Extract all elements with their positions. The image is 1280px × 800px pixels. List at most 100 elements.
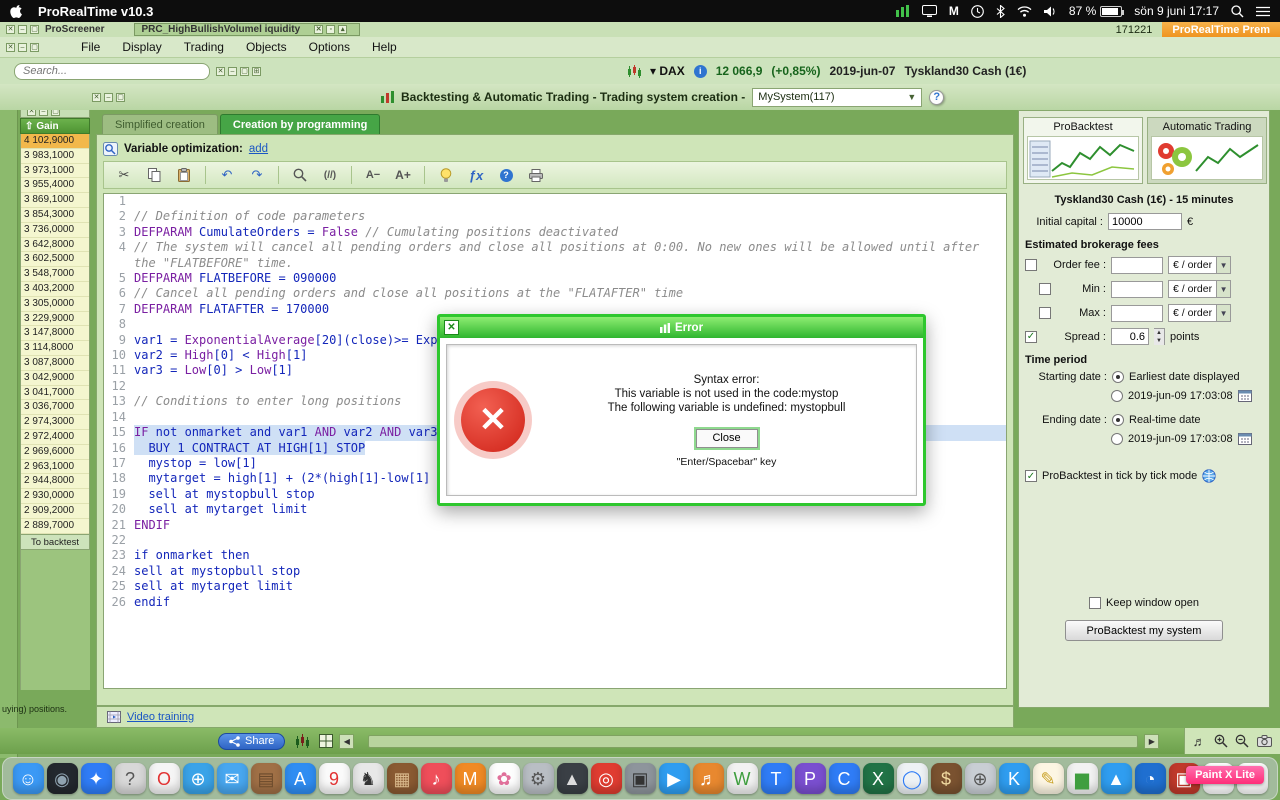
layout-grid-icon[interactable] — [319, 734, 334, 748]
proscreener-window-title[interactable]: ProScreener — [45, 24, 104, 35]
dock-icon-mail[interactable]: ✉ — [216, 763, 248, 794]
horizontal-scrollbar[interactable] — [368, 734, 1139, 748]
min-fee-unit-select[interactable]: € / order ▼ — [1168, 280, 1232, 298]
menu-objects[interactable]: Objects — [246, 40, 287, 54]
code-line[interactable]: 24 sell at mystopbull stop — [104, 564, 1006, 579]
clock-status-icon[interactable] — [971, 4, 984, 18]
dock-icon-appstore[interactable]: A — [284, 763, 316, 794]
gain-row[interactable]: 3 548,7000 — [21, 267, 89, 282]
dock-icon-w-app[interactable]: W — [726, 763, 758, 794]
code-line[interactable]: 22 — [104, 533, 1006, 548]
dock-icon-box[interactable]: ▦ — [386, 763, 418, 794]
gain-row[interactable]: 3 602,5000 — [21, 252, 89, 268]
dock-icon-target[interactable]: ◎ — [590, 763, 622, 794]
dock-icon-excel[interactable]: X — [862, 763, 894, 794]
add-variable-link[interactable]: add — [249, 143, 268, 155]
keep-window-open-checkbox[interactable] — [1089, 597, 1102, 609]
gain-row[interactable]: 3 229,9000 — [21, 312, 89, 327]
dock-icon-help[interactable]: ? — [114, 763, 146, 794]
gain-row[interactable]: 3 854,3000 — [21, 208, 89, 223]
spread-input[interactable] — [1111, 328, 1149, 345]
minimize-icon[interactable]: – — [228, 66, 237, 76]
menubar-clock[interactable]: sön 9 juni 17:17 — [1134, 4, 1219, 18]
menu-trading[interactable]: Trading — [184, 40, 224, 54]
close-icon[interactable]: ✕ — [6, 25, 15, 34]
maximize-icon[interactable]: ▢ — [30, 25, 39, 34]
error-close-button[interactable]: Close — [695, 428, 758, 448]
help-icon[interactable]: ? — [929, 89, 945, 105]
max-fee-checkbox[interactable] — [1039, 307, 1051, 319]
battery-indicator[interactable]: 87 % — [1069, 4, 1125, 18]
minimize-icon[interactable]: – — [18, 42, 27, 52]
chart-status-icon[interactable] — [895, 5, 910, 17]
initial-capital-input[interactable] — [1108, 213, 1182, 230]
gain-row[interactable]: 2 969,6000 — [21, 445, 89, 460]
spotlight-icon[interactable] — [1231, 4, 1244, 18]
code-line[interactable]: 21 ENDIF — [104, 518, 1006, 533]
starting-earliest-radio[interactable] — [1112, 371, 1124, 383]
to-backtest-button[interactable]: To backtest — [20, 533, 90, 550]
dock-icon-t-app[interactable]: T — [760, 763, 792, 794]
spread-stepper[interactable]: ▲ ▼ — [1154, 328, 1165, 345]
scroll-left-button[interactable]: ◀ — [339, 733, 355, 749]
volume-status-icon[interactable] — [1043, 6, 1057, 17]
lightbulb-icon[interactable] — [434, 164, 458, 186]
gain-row[interactable]: 2 963,1000 — [21, 460, 89, 475]
code-line[interactable]: 1 — [104, 194, 1006, 209]
dock-icon-music[interactable]: ♪ — [420, 763, 452, 794]
redo-icon[interactable]: ↷ — [245, 164, 269, 186]
menu-display[interactable]: Display — [122, 40, 161, 54]
dock-icon-calendar[interactable]: 9 — [318, 763, 350, 794]
tab-probacktest[interactable]: ProBacktest — [1023, 117, 1143, 184]
grid-icon[interactable]: ⊞ — [252, 66, 261, 76]
gain-row[interactable]: 2 889,7000 — [21, 519, 89, 534]
dock-icon-sphere[interactable]: ◉ — [46, 763, 78, 794]
close-icon[interactable]: ✕ — [6, 42, 15, 52]
gain-row[interactable]: 4 102,9000 — [21, 134, 89, 149]
minimize-icon[interactable]: – — [104, 92, 113, 102]
search-input[interactable] — [14, 62, 210, 80]
ending-realtime-radio[interactable] — [1112, 414, 1124, 426]
info-icon[interactable]: i — [693, 64, 707, 78]
dock-icon-m-app[interactable]: M — [454, 763, 486, 794]
step-up-icon[interactable]: ▲ — [1154, 329, 1164, 337]
dock-icon-play[interactable]: ▶ — [658, 763, 690, 794]
backtesting-window-titlebar[interactable]: ✕ – ▢ Backtesting & Automatic Trading - … — [0, 84, 1280, 110]
max-fee-input[interactable] — [1111, 304, 1163, 322]
calendar-icon[interactable] — [1237, 389, 1252, 402]
order-fee-unit-select[interactable]: € / order ▼ — [1168, 256, 1232, 274]
strategy-tab[interactable]: PRC_HighBullishVolumel iquidity ✕ ▫ ▴ — [134, 23, 361, 36]
print-icon[interactable] — [524, 164, 548, 186]
code-line[interactable]: 23 if onmarket then — [104, 548, 1006, 563]
m-status-icon[interactable]: M — [949, 4, 959, 18]
minimize-icon[interactable]: – — [18, 25, 27, 34]
dock-icon-k-app[interactable]: K — [998, 763, 1030, 794]
wifi-status-icon[interactable] — [1017, 5, 1032, 17]
gain-row[interactable]: 3 642,8000 — [21, 238, 89, 253]
gain-row[interactable]: 3 114,8000 — [21, 341, 89, 356]
gain-row[interactable]: 3 955,4000 — [21, 178, 89, 194]
close-icon[interactable]: ✕ — [444, 320, 459, 335]
gain-row[interactable]: 3 869,1000 — [21, 193, 89, 208]
gain-row[interactable]: 2 944,8000 — [21, 474, 89, 490]
dock-icon-settings[interactable]: ⚙ — [522, 763, 554, 794]
code-line[interactable]: 25 sell at mytarget limit — [104, 579, 1006, 594]
minimize-icon[interactable]: ▫ — [326, 25, 336, 34]
gain-row[interactable]: 3 036,7000 — [21, 400, 89, 416]
symbol-dropdown[interactable]: ▾ DAX — [650, 64, 685, 78]
dock-icon-browser[interactable]: ⊕ — [182, 763, 214, 794]
dock-icon-c-app[interactable]: C — [828, 763, 860, 794]
gain-row[interactable]: 3 983,1000 — [21, 149, 89, 164]
code-line[interactable]: 26 endif — [104, 595, 1006, 610]
close-icon[interactable]: ✕ — [216, 66, 225, 76]
gain-row[interactable]: 3 087,8000 — [21, 356, 89, 371]
comment-toggle-icon[interactable]: (//) — [318, 164, 342, 186]
gain-row[interactable]: 2 930,0000 — [21, 489, 89, 504]
apple-menu-icon[interactable] — [10, 4, 24, 18]
dock-icon-finder[interactable]: ☺ — [12, 763, 44, 794]
dock-icon-stats[interactable]: ▆ — [1066, 763, 1098, 794]
min-fee-checkbox[interactable] — [1039, 283, 1051, 295]
undo-icon[interactable]: ↶ — [215, 164, 239, 186]
dock-icon-guitar[interactable]: ♬ — [692, 763, 724, 794]
active-app-name[interactable]: ProRealTime v10.3 — [38, 4, 153, 19]
